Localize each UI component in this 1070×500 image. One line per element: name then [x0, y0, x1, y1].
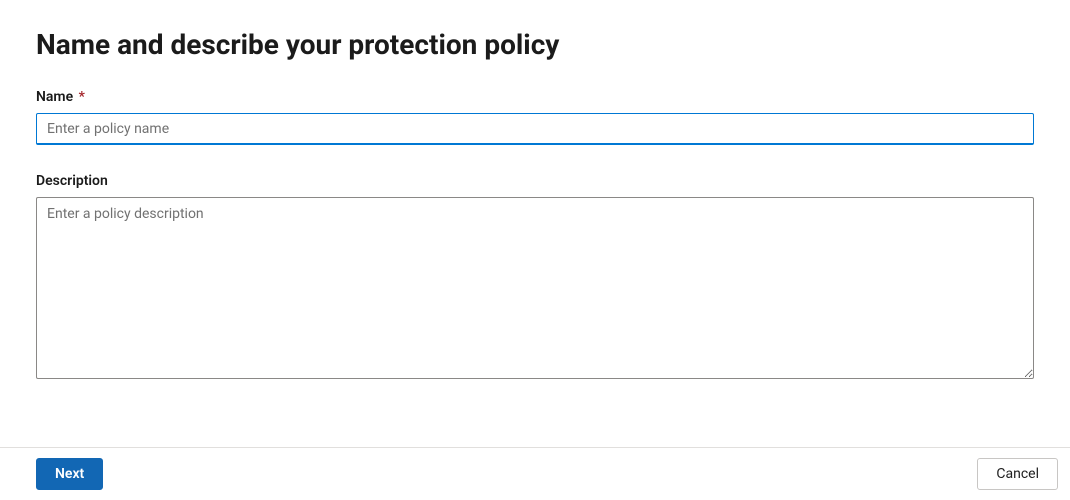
cancel-button[interactable]: Cancel	[977, 458, 1058, 490]
page-title: Name and describe your protection policy	[36, 28, 1034, 61]
description-label: Description	[36, 173, 1034, 189]
policy-description-input[interactable]	[36, 197, 1034, 379]
wizard-footer: Next Cancel	[0, 447, 1070, 500]
policy-name-input[interactable]	[36, 113, 1034, 145]
name-field-group: Name *	[36, 89, 1034, 145]
description-field-group: Description	[36, 173, 1034, 383]
name-label-text: Name	[36, 89, 73, 105]
required-asterisk: *	[79, 89, 85, 105]
policy-form-page: Name and describe your protection policy…	[0, 0, 1070, 383]
next-button[interactable]: Next	[36, 458, 103, 490]
name-label: Name *	[36, 89, 1034, 105]
